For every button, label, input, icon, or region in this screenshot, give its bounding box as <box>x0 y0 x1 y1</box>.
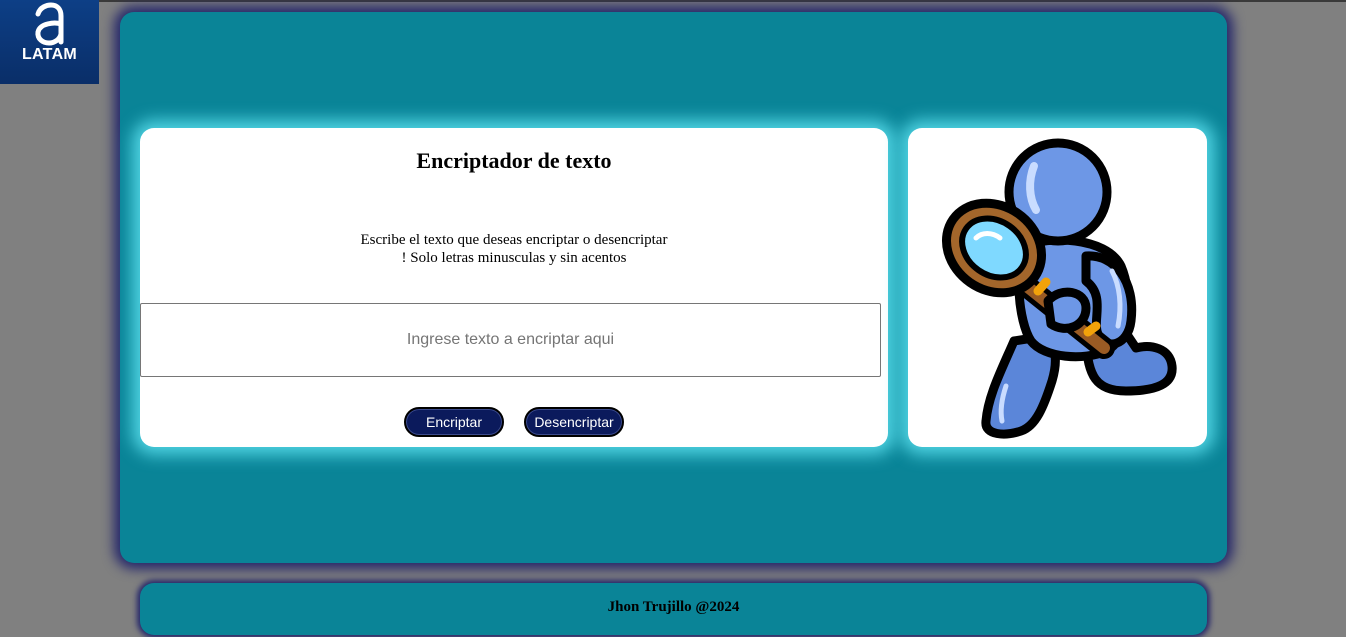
decrypt-button[interactable]: Desencriptar <box>524 407 624 437</box>
page-title: Encriptador de texto <box>416 148 612 173</box>
footer: Jhon Trujillo @2024 <box>140 583 1207 635</box>
logo[interactable]: LATAM <box>0 0 99 84</box>
encryptor-card: Encriptador de texto Escribe el texto qu… <box>140 128 888 447</box>
warning-text: ! Solo letras minusculas y sin acentos <box>401 250 627 266</box>
window-top-border <box>0 0 1346 2</box>
instructions: Escribe el texto que deseas encriptar o … <box>140 231 888 267</box>
logo-text: LATAM <box>21 46 78 63</box>
text-input[interactable] <box>140 303 881 377</box>
instruction-text: Escribe el texto que deseas encriptar o … <box>360 232 668 248</box>
footer-credit: Jhon Trujillo @2024 <box>607 599 740 615</box>
encrypt-button[interactable]: Encriptar <box>404 407 504 437</box>
alura-logo-icon <box>35 2 64 46</box>
illustration-card <box>908 128 1207 447</box>
magnifier-figure-icon <box>941 138 1177 439</box>
